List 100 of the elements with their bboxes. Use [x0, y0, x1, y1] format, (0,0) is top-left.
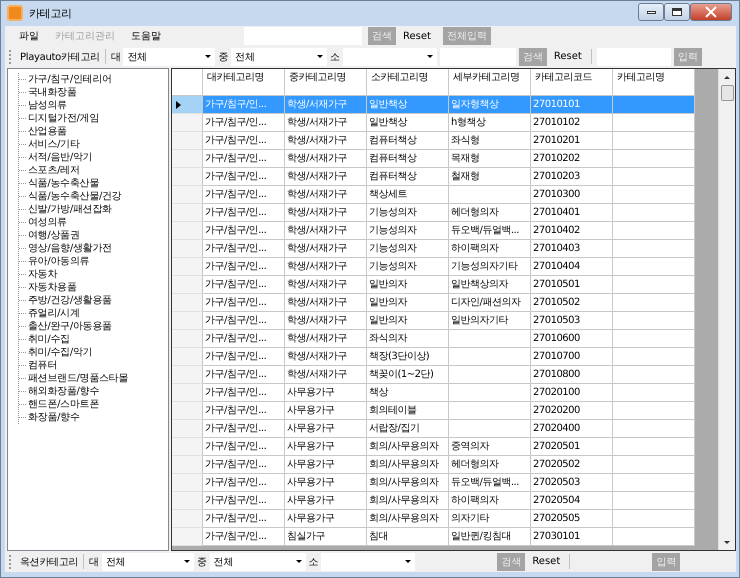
dropdown-arrow-icon	[317, 55, 324, 58]
tree-item[interactable]: 패션브랜드/명품스타몰	[28, 372, 128, 385]
table-cell: 27010102	[531, 114, 613, 132]
scroll-thumb[interactable]	[720, 85, 734, 101]
table-cell: 회의테이블	[367, 402, 449, 420]
combo-label: 중	[196, 556, 207, 568]
tree-item[interactable]: 식품/농수축산물	[28, 177, 99, 190]
column-header[interactable]: 중카테고리명	[285, 69, 367, 96]
table-cell: 가구/침구/인...	[203, 438, 285, 456]
minimize-icon	[646, 10, 656, 14]
tree-item[interactable]: 가구/침구/인테리어	[28, 73, 112, 86]
reset-button[interactable]: Reset	[550, 48, 586, 66]
tree-item[interactable]: 디지털가전/게임	[28, 112, 99, 125]
scroll-up-icon	[724, 76, 730, 78]
table-cell: 가구/침구/인...	[203, 492, 285, 510]
table-cell: h형책상	[449, 114, 531, 132]
maximize-button[interactable]	[664, 3, 690, 21]
column-header[interactable]: 대카테고리명	[203, 69, 285, 96]
table-cell: 일반퀸/킹침대	[449, 528, 531, 546]
table-cell: 사무용가구	[285, 456, 367, 474]
table-cell: 27020503	[531, 474, 613, 492]
combo-label: 중	[218, 50, 228, 64]
tree-item[interactable]: 서비스/기타	[28, 138, 80, 151]
table-cell: 일반의자기타	[449, 312, 531, 330]
dropdown-arrow-icon	[184, 560, 190, 563]
table-cell: 회의/사무용의자	[367, 492, 449, 510]
table-cell: 27010101	[531, 96, 613, 114]
tree-item[interactable]: 여행/상품권	[28, 229, 80, 242]
table-cell: 가구/침구/인...	[203, 330, 285, 348]
column-header[interactable]: 카테고리명	[613, 69, 695, 96]
tree-item[interactable]: 자동차	[28, 268, 58, 281]
column-header[interactable]: 세부카테고리명	[449, 69, 531, 96]
tree-item[interactable]: 신발/가방/패션잡화	[28, 203, 112, 216]
tree-item[interactable]: 주방/건강/생활용품	[28, 294, 112, 307]
table-cell: 침대	[367, 528, 449, 546]
table-cell: 학생/서재가구	[285, 294, 367, 312]
toolbar-label: 옥션카테고리	[20, 556, 78, 568]
menu-item[interactable]: 도움말	[125, 27, 167, 45]
table-cell: 사무용가구	[285, 420, 367, 438]
menu-item[interactable]: 파일	[13, 27, 45, 45]
row-header[interactable]	[172, 96, 203, 114]
table-cell: 27010203	[531, 168, 613, 186]
tree-item[interactable]: 서적/음반/악기	[28, 151, 92, 164]
table-cell: 회의/사무용의자	[367, 474, 449, 492]
table-cell: 사무용가구	[285, 510, 367, 528]
dropdown-arrow-icon	[296, 560, 302, 563]
tree-item[interactable]: 컴퓨터	[28, 359, 58, 372]
maximize-icon	[672, 8, 682, 16]
table-cell: 회의/사무용의자	[367, 456, 449, 474]
tree-item[interactable]: 출산/완구/아동용품	[28, 320, 112, 333]
table-cell: 책장(3단이상)	[367, 348, 449, 366]
table-cell: 헤더형의자	[449, 456, 531, 474]
tree-item[interactable]: 해외화장품/향수	[28, 385, 99, 398]
middle-category-combo[interactable]: 전체	[210, 552, 306, 570]
tree-item[interactable]: 식품/농수축산물/건강	[28, 190, 122, 203]
tree-item[interactable]: 쥬얼리/시계	[28, 307, 80, 320]
combo-label: 대	[89, 556, 99, 568]
tree-item[interactable]: 유아/아동의류	[28, 255, 90, 268]
table-cell: 27010800	[531, 366, 613, 384]
tree-item[interactable]: 스포츠/레저	[28, 164, 80, 177]
tree-item[interactable]: 남성의류	[28, 99, 67, 112]
major-category-combo[interactable]: 전체	[123, 48, 216, 66]
major-category-combo[interactable]: 전체	[102, 552, 194, 570]
table-cell: 사무용가구	[285, 492, 367, 510]
vertical-scrollbar[interactable]	[718, 69, 735, 550]
reset-button[interactable]: Reset	[528, 552, 564, 570]
tree-item[interactable]: 국내화장품	[28, 86, 77, 99]
table-cell: 하이팩의자	[449, 492, 531, 510]
column-header[interactable]: 소카테고리명	[367, 69, 449, 96]
tree-item[interactable]: 자동차용품	[28, 281, 77, 294]
tree-item[interactable]: 여성의류	[28, 216, 67, 229]
table-cell: 학생/서재가구	[285, 150, 367, 168]
table-cell: 가구/침구/인...	[203, 474, 285, 492]
minimize-button[interactable]	[638, 3, 664, 21]
tree-item[interactable]: 화장품/향수	[28, 411, 80, 424]
tree-item[interactable]: 산업용품	[28, 125, 67, 138]
middle-category-combo[interactable]: 전체	[231, 48, 328, 66]
tree-item[interactable]: 취미/수집	[28, 333, 70, 346]
app-icon	[7, 5, 23, 21]
table-cell: 학생/서재가구	[285, 348, 367, 366]
minor-category-combo[interactable]	[321, 552, 416, 570]
close-button[interactable]	[690, 3, 732, 21]
table-cell: 일반의자	[367, 312, 449, 330]
table-cell: 가구/침구/인...	[203, 510, 285, 528]
table-cell: 27010501	[531, 276, 613, 294]
tree-item[interactable]: 영상/음향/생활가전	[28, 242, 112, 255]
table-cell: 의자기타	[449, 510, 531, 528]
table-cell: 회의/사무용의자	[367, 510, 449, 528]
reset-button[interactable]: Reset	[399, 27, 435, 45]
table-cell: 학생/서재가구	[285, 96, 367, 114]
column-header[interactable]: 카테고리코드	[531, 69, 613, 96]
minor-category-combo[interactable]	[342, 48, 437, 66]
search-field[interactable]	[244, 27, 362, 45]
tree-item[interactable]: 취미/수집/악기	[28, 346, 92, 359]
table-cell: 가구/침구/인...	[203, 222, 285, 240]
tree-item[interactable]: 핸드폰/스마트폰	[28, 398, 99, 411]
table-cell: 사무용가구	[285, 438, 367, 456]
combo-label: 소	[330, 50, 340, 64]
table-cell: 좌식의자	[367, 330, 449, 348]
table-cell: 27010300	[531, 186, 613, 204]
